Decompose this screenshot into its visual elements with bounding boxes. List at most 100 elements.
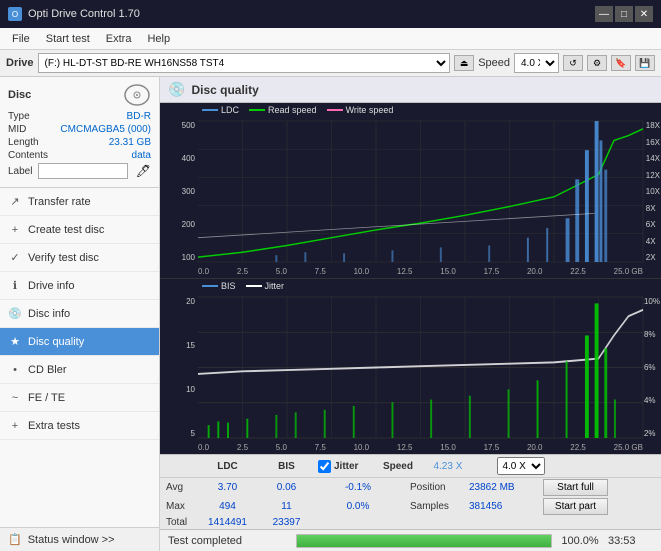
speed-value-display: 4.23 X <box>433 461 493 472</box>
sidebar-label-transfer-rate: Transfer rate <box>28 196 91 208</box>
menu-bar: File Start test Extra Help <box>0 28 661 50</box>
max-ldc: 494 <box>200 501 255 512</box>
main-layout: Disc Type BD-R MID CMCMAGBA5 (000) Leng <box>0 77 661 551</box>
speed-label: Speed <box>478 57 510 69</box>
top-chart-panel: LDC Read speed Write speed 500 <box>160 103 661 279</box>
minimize-button[interactable]: — <box>595 6 613 22</box>
stats-section: LDC BIS Jitter Speed 4.23 X 4.0 X Avg 3.… <box>160 454 661 529</box>
bottom-x-axis: 0.0 2.5 5.0 7.5 10.0 12.5 15.0 17.5 20.0… <box>198 443 643 452</box>
window-controls: — □ ✕ <box>595 6 653 22</box>
label-input[interactable] <box>38 163 128 179</box>
sidebar-item-verify-test-disc[interactable]: ✓ Verify test disc <box>0 244 159 272</box>
stats-max-row: Max 494 11 0.0% Samples 381456 Start par… <box>160 497 661 516</box>
sidebar-item-transfer-rate[interactable]: ↗ Transfer rate <box>0 188 159 216</box>
speed-select[interactable]: 4.0 X <box>514 53 559 73</box>
top-right-axis: 18X 16X 14X 12X 10X 8X 6X 4X 2X <box>646 121 660 262</box>
disc-section: Disc Type BD-R MID CMCMAGBA5 (000) Leng <box>0 77 159 188</box>
maximize-button[interactable]: □ <box>615 6 633 22</box>
max-jitter: 0.0% <box>318 501 398 512</box>
fe-te-icon: ~ <box>8 391 22 405</box>
legend-read-label: Read speed <box>268 105 317 115</box>
sidebar-item-drive-info[interactable]: ℹ Drive info <box>0 272 159 300</box>
menu-extra[interactable]: Extra <box>98 31 140 47</box>
legend-jitter: Jitter <box>246 281 285 291</box>
refresh-icon[interactable]: ↺ <box>563 55 583 71</box>
disc-section-title: Disc <box>8 89 31 101</box>
sidebar-item-fe-te[interactable]: ~ FE / TE <box>0 384 159 412</box>
stats-total-row: Total 1414491 23397 <box>160 516 661 529</box>
transfer-rate-icon: ↗ <box>8 195 22 209</box>
menu-file[interactable]: File <box>4 31 38 47</box>
sidebar-label-verify-test-disc: Verify test disc <box>28 252 99 264</box>
legend-ldc: LDC <box>202 105 239 115</box>
verify-test-disc-icon: ✓ <box>8 251 22 265</box>
speed-select-stats[interactable]: 4.0 X <box>497 457 545 475</box>
menu-help[interactable]: Help <box>139 31 178 47</box>
legend-bis-label: BIS <box>221 281 236 291</box>
legend-write-label: Write speed <box>346 105 394 115</box>
status-window-button[interactable]: 📋 Status window >> <box>0 527 159 551</box>
label-label: Label <box>8 166 32 177</box>
jitter-checkbox[interactable] <box>318 460 331 473</box>
legend-ldc-label: LDC <box>221 105 239 115</box>
content-header: 💿 Disc quality <box>160 77 661 103</box>
contents-label: Contents <box>8 150 48 161</box>
bookmark-icon[interactable]: 🔖 <box>611 55 631 71</box>
drive-select[interactable]: (F:) HL-DT-ST BD-RE WH16NS58 TST4 <box>38 53 451 73</box>
disc-quality-icon: ★ <box>8 335 22 349</box>
contents-value: data <box>132 150 151 161</box>
start-part-button[interactable]: Start part <box>543 498 608 515</box>
drive-label: Drive <box>6 57 34 69</box>
status-window-icon: 📋 <box>8 533 22 546</box>
title-bar: O Opti Drive Control 1.70 — □ ✕ <box>0 0 661 28</box>
bottom-left-axis: 20 15 10 5 <box>160 297 198 438</box>
sidebar-item-disc-quality[interactable]: ★ Disc quality <box>0 328 159 356</box>
sidebar-item-cd-bler[interactable]: • CD Bler <box>0 356 159 384</box>
elapsed-time: 33:53 <box>608 535 653 547</box>
drive-bar: Drive (F:) HL-DT-ST BD-RE WH16NS58 TST4 … <box>0 50 661 77</box>
max-row-label: Max <box>166 501 196 512</box>
close-button[interactable]: ✕ <box>635 6 653 22</box>
stats-avg-row: Avg 3.70 0.06 -0.1% Position 23862 MB St… <box>160 478 661 497</box>
avg-bis: 0.06 <box>259 482 314 493</box>
settings-icon[interactable]: ⚙ <box>587 55 607 71</box>
app-icon: O <box>8 7 22 21</box>
col-bis-header: BIS <box>259 461 314 472</box>
eject-icon[interactable]: ⏏ <box>454 55 474 71</box>
menu-start-test[interactable]: Start test <box>38 31 98 47</box>
samples-value: 381456 <box>469 501 539 512</box>
total-ldc: 1414491 <box>200 517 255 528</box>
save-icon[interactable]: 💾 <box>635 55 655 71</box>
avg-row-label: Avg <box>166 482 196 493</box>
content-wrapper: 💿 Disc quality LDC Read <box>160 77 661 551</box>
content-area: 💿 Disc quality LDC Read <box>160 77 661 529</box>
mid-label: MID <box>8 124 26 135</box>
top-chart-legend: LDC Read speed Write speed <box>202 105 393 115</box>
extra-tests-icon: + <box>8 419 22 433</box>
sidebar-item-disc-info[interactable]: 💿 Disc info <box>0 300 159 328</box>
col-jitter-header: Jitter <box>334 461 358 472</box>
legend-read: Read speed <box>249 105 317 115</box>
sidebar-item-extra-tests[interactable]: + Extra tests <box>0 412 159 440</box>
content-header-title: Disc quality <box>191 83 258 97</box>
col-ldc-header: LDC <box>200 461 255 472</box>
cd-bler-icon: • <box>8 363 22 377</box>
samples-label: Samples <box>410 501 465 512</box>
position-label: Position <box>410 482 465 493</box>
create-test-disc-icon: + <box>8 223 22 237</box>
sidebar-label-disc-info: Disc info <box>28 308 70 320</box>
type-value: BD-R <box>127 111 151 122</box>
sidebar-label-disc-quality: Disc quality <box>28 336 84 348</box>
top-chart-svg <box>198 121 643 262</box>
stats-header-row: LDC BIS Jitter Speed 4.23 X 4.0 X <box>160 455 661 478</box>
legend-jitter-label: Jitter <box>265 281 285 291</box>
sidebar-label-create-test-disc: Create test disc <box>28 224 104 236</box>
drive-info-icon: ℹ <box>8 279 22 293</box>
legend-bis: BIS <box>202 281 236 291</box>
bottom-chart-legend: BIS Jitter <box>202 281 284 291</box>
start-full-button[interactable]: Start full <box>543 479 608 496</box>
disc-info-icon: 💿 <box>8 307 22 321</box>
sidebar-item-create-test-disc[interactable]: + Create test disc <box>0 216 159 244</box>
legend-write: Write speed <box>327 105 394 115</box>
label-edit-icon[interactable]: 🖊 <box>136 164 151 178</box>
